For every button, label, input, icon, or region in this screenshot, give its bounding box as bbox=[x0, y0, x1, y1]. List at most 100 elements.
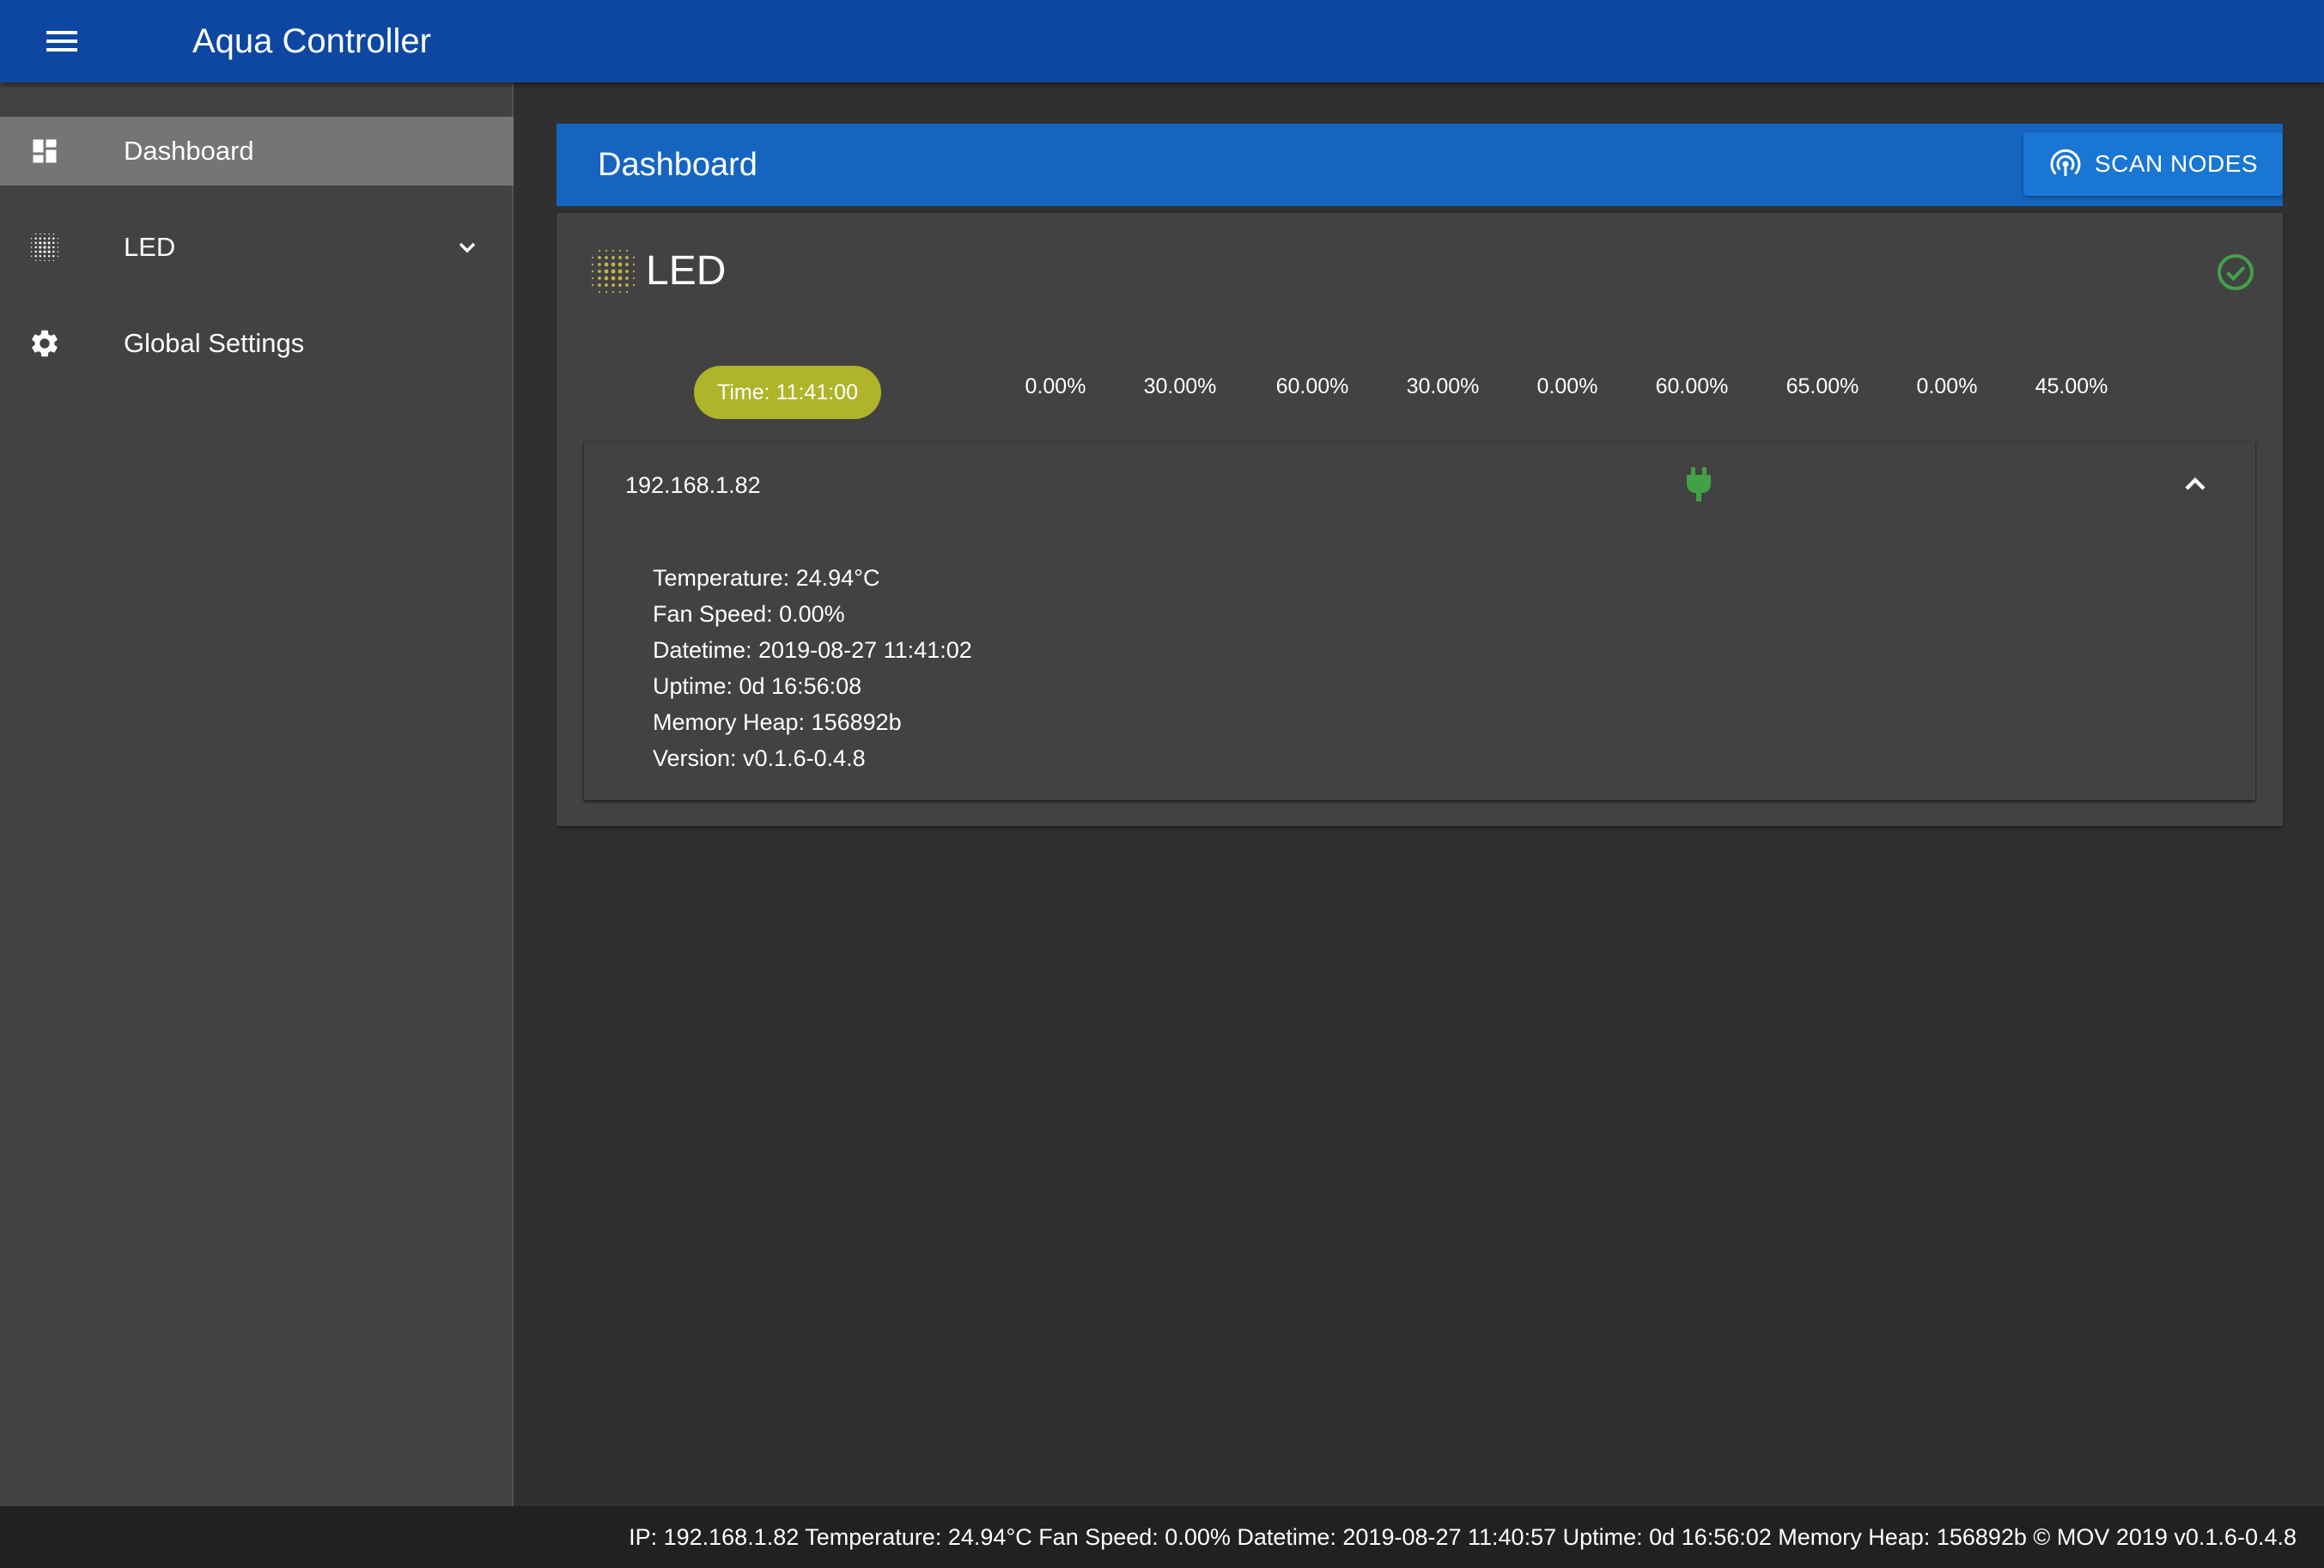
led-dot bbox=[52, 241, 55, 245]
main-content: Dashboard SCAN NODES LED Time: 11:41:00 … bbox=[514, 82, 2324, 1506]
sidebar-item-dashboard[interactable]: Dashboard bbox=[0, 117, 514, 185]
led-card: LED Time: 11:41:00 0.00% 30.00% 60.00% 3… bbox=[557, 213, 2283, 826]
led-dot bbox=[47, 255, 51, 258]
led-dot bbox=[598, 277, 601, 280]
dashboard-header: Dashboard SCAN NODES bbox=[557, 124, 2283, 206]
led-dot bbox=[39, 246, 42, 249]
led-dot bbox=[604, 262, 609, 267]
led-dot bbox=[39, 237, 42, 240]
led-dot bbox=[598, 270, 601, 273]
led-grid-icon bbox=[27, 230, 62, 264]
led-dot bbox=[34, 259, 37, 262]
channel-chip: 60.00% bbox=[1655, 374, 1729, 398]
led-dot bbox=[598, 263, 601, 266]
led-dot bbox=[605, 290, 608, 294]
led-dot bbox=[43, 255, 46, 258]
plug-icon bbox=[1687, 467, 1711, 501]
led-dot bbox=[611, 290, 615, 294]
node-details: Temperature: 24.94°C Fan Speed: 0.00% Da… bbox=[653, 560, 972, 776]
detail-memory-heap: Memory Heap: 156892b bbox=[653, 709, 902, 735]
broadcast-icon bbox=[2050, 149, 2081, 176]
led-dot bbox=[618, 256, 622, 259]
led-dot bbox=[591, 256, 594, 259]
footer-status-text: IP: 192.168.1.82 Temperature: 24.94°C Fa… bbox=[629, 1524, 2297, 1550]
channel-chip: 0.00% bbox=[1916, 374, 1978, 398]
sidebar-item-global-settings[interactable]: Global Settings bbox=[0, 309, 514, 378]
channel-chip: 60.00% bbox=[1275, 374, 1349, 398]
channel-chip: 65.00% bbox=[1786, 374, 1859, 398]
led-dot bbox=[47, 237, 51, 240]
channel-chip: 0.00% bbox=[1025, 374, 1086, 398]
led-dot bbox=[34, 250, 37, 253]
led-dot bbox=[47, 250, 51, 253]
gear-icon bbox=[27, 326, 62, 361]
sidebar-item-label: LED bbox=[124, 232, 176, 262]
led-dot bbox=[43, 250, 46, 253]
led-dot bbox=[605, 283, 608, 287]
detail-fan-speed: Fan Speed: 0.00% bbox=[653, 601, 845, 627]
led-dot bbox=[625, 277, 629, 280]
led-dot bbox=[618, 262, 623, 267]
led-dot bbox=[44, 259, 46, 262]
led-dot bbox=[48, 259, 50, 262]
channel-chip: 45.00% bbox=[2035, 374, 2108, 398]
channel-chip: 30.00% bbox=[1143, 374, 1217, 398]
time-chip: Time: 11:41:00 bbox=[694, 366, 881, 419]
led-dot bbox=[605, 256, 608, 259]
led-dot bbox=[30, 251, 33, 252]
led-dot bbox=[591, 270, 594, 273]
chevron-down-icon[interactable] bbox=[450, 230, 484, 264]
led-dot bbox=[618, 269, 623, 274]
led-dot bbox=[632, 263, 636, 266]
scan-nodes-label: SCAN NODES bbox=[2094, 150, 2259, 177]
led-dot bbox=[632, 270, 636, 273]
led-dot bbox=[618, 276, 623, 281]
led-card-title: LED bbox=[646, 248, 727, 294]
chevron-up-icon[interactable] bbox=[2178, 467, 2212, 501]
led-dot bbox=[39, 241, 42, 245]
led-dot bbox=[625, 270, 629, 273]
led-dot bbox=[43, 246, 46, 249]
led-dot bbox=[39, 255, 42, 258]
app-title: Aqua Controller bbox=[192, 22, 431, 60]
led-dot bbox=[625, 263, 629, 266]
hamburger-menu-icon[interactable] bbox=[45, 28, 79, 54]
led-dot bbox=[52, 259, 55, 262]
led-dot bbox=[39, 250, 42, 253]
menu-button[interactable] bbox=[34, 21, 89, 62]
led-dot bbox=[598, 249, 601, 252]
app-bar: Aqua Controller bbox=[0, 0, 2324, 82]
dashboard-icon bbox=[27, 134, 62, 168]
led-dot bbox=[611, 262, 616, 267]
led-dot bbox=[605, 249, 608, 252]
sidebar-item-led[interactable]: LED bbox=[0, 213, 514, 282]
detail-datetime: Datetime: 2019-08-27 11:41:02 bbox=[653, 637, 972, 663]
detail-temperature: Temperature: 24.94°C bbox=[653, 565, 880, 591]
led-dot bbox=[598, 290, 601, 294]
led-dot bbox=[52, 250, 55, 253]
led-dot bbox=[30, 237, 33, 240]
led-dot bbox=[52, 255, 55, 258]
led-dot bbox=[618, 249, 622, 252]
scan-nodes-button[interactable]: SCAN NODES bbox=[2023, 132, 2283, 196]
led-dot bbox=[591, 277, 594, 280]
led-dot bbox=[34, 237, 37, 240]
led-dot bbox=[611, 249, 615, 252]
channel-chip: 0.00% bbox=[1536, 374, 1598, 398]
led-dot bbox=[591, 263, 594, 266]
led-dot bbox=[611, 256, 615, 259]
led-dot bbox=[611, 283, 615, 287]
node-ip: 192.168.1.82 bbox=[625, 472, 761, 498]
led-dot bbox=[30, 242, 33, 244]
led-dot bbox=[598, 256, 601, 259]
led-dot bbox=[604, 269, 609, 274]
check-circle-icon bbox=[2218, 254, 2254, 290]
led-dot bbox=[591, 283, 594, 287]
led-dot bbox=[604, 276, 609, 281]
led-dot bbox=[43, 237, 46, 240]
led-dot bbox=[47, 246, 51, 249]
led-dot bbox=[598, 283, 601, 287]
led-dot bbox=[47, 241, 51, 245]
led-dot bbox=[625, 283, 629, 287]
detail-uptime: Uptime: 0d 16:56:08 bbox=[653, 673, 862, 699]
